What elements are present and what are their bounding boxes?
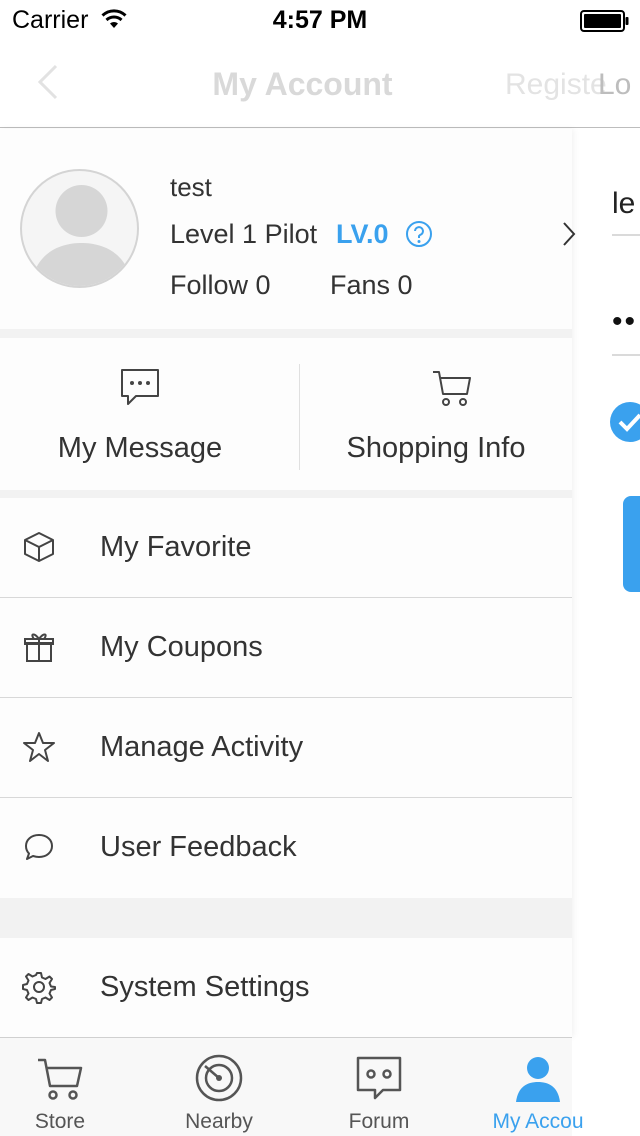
username-underline [612, 234, 640, 236]
login-link[interactable]: Lo [598, 68, 631, 102]
username-field[interactable]: le [612, 187, 635, 221]
login-button[interactable] [623, 496, 640, 592]
shopping-info-label: Shopping Info [346, 432, 526, 464]
menu-item-my-coupons[interactable]: My Coupons [0, 598, 572, 698]
star-icon [23, 732, 55, 762]
level-badge: LV.0 [336, 219, 389, 249]
status-bar: Carrier 4:57 PM [0, 0, 640, 40]
gear-icon [22, 972, 56, 1004]
tab-label: Forum [348, 1110, 410, 1133]
menu-item-system-settings[interactable]: System Settings [0, 938, 572, 1038]
menu-item-user-feedback[interactable]: User Feedback [0, 798, 572, 898]
nav-bar: My Account Registe Lo [0, 40, 640, 128]
register-link[interactable]: Registe [505, 68, 607, 102]
menu-label: My Favorite [100, 531, 252, 563]
login-form-peek: le •• [572, 129, 640, 1136]
default-avatar-icon [30, 185, 133, 286]
tab-label: My Accou [492, 1110, 584, 1133]
profile-header[interactable]: test Level 1 Pilot LV.0 Follow 0 Fans 0 [0, 129, 576, 329]
menu-label: User Feedback [100, 831, 297, 863]
radar-icon [195, 1054, 243, 1102]
gift-icon [24, 633, 54, 662]
remember-checkbox[interactable] [610, 402, 640, 442]
cart-icon [38, 1058, 83, 1100]
menu-item-manage-activity[interactable]: Manage Activity [0, 698, 572, 798]
menu-label: System Settings [100, 971, 310, 1003]
password-underline [612, 354, 640, 356]
tab-forum[interactable]: Forum [319, 1038, 439, 1136]
battery-icon [580, 10, 629, 32]
tab-label: Store [34, 1110, 86, 1133]
follow-count[interactable]: Follow 0 [170, 270, 271, 301]
tab-label: Nearby [185, 1110, 253, 1133]
menu-label: Manage Activity [100, 731, 304, 763]
menu-label: My Coupons [100, 631, 263, 663]
chat-bubble-icon [121, 369, 159, 405]
profile-username: test [170, 172, 212, 202]
status-time: 4:57 PM [272, 6, 368, 34]
tab-nearby[interactable]: Nearby [159, 1038, 279, 1136]
password-field[interactable]: •• [612, 305, 637, 339]
account-drawer: test Level 1 Pilot LV.0 Follow 0 Fans 0 … [0, 129, 576, 1038]
settings-group: System Settings [0, 938, 572, 1038]
profile-level-text: Level 1 Pilot [170, 219, 318, 249]
quick-actions: My Message Shopping Info [0, 338, 572, 490]
cube-icon [24, 532, 54, 562]
chevron-right-icon [563, 222, 576, 246]
tab-my-account[interactable]: My Accou [478, 1038, 598, 1136]
avatar[interactable] [20, 169, 139, 288]
shopping-info-button[interactable]: Shopping Info [300, 338, 572, 490]
chat-box-icon [356, 1056, 402, 1100]
tab-bar: Store Nearby Forum My Accou [0, 1037, 584, 1136]
menu-item-my-favorite[interactable]: My Favorite [0, 498, 572, 598]
person-icon [516, 1057, 560, 1102]
menu-list: My Favorite My Coupons Manage Activity U… [0, 498, 572, 898]
my-message-button[interactable]: My Message [0, 338, 280, 490]
checkmark-icon [618, 413, 640, 432]
help-icon[interactable] [405, 220, 433, 248]
my-message-label: My Message [57, 432, 223, 464]
fans-count[interactable]: Fans 0 [330, 270, 413, 301]
cart-icon [433, 371, 471, 406]
tab-store[interactable]: Store [0, 1038, 120, 1136]
speech-bubble-icon [25, 834, 53, 860]
